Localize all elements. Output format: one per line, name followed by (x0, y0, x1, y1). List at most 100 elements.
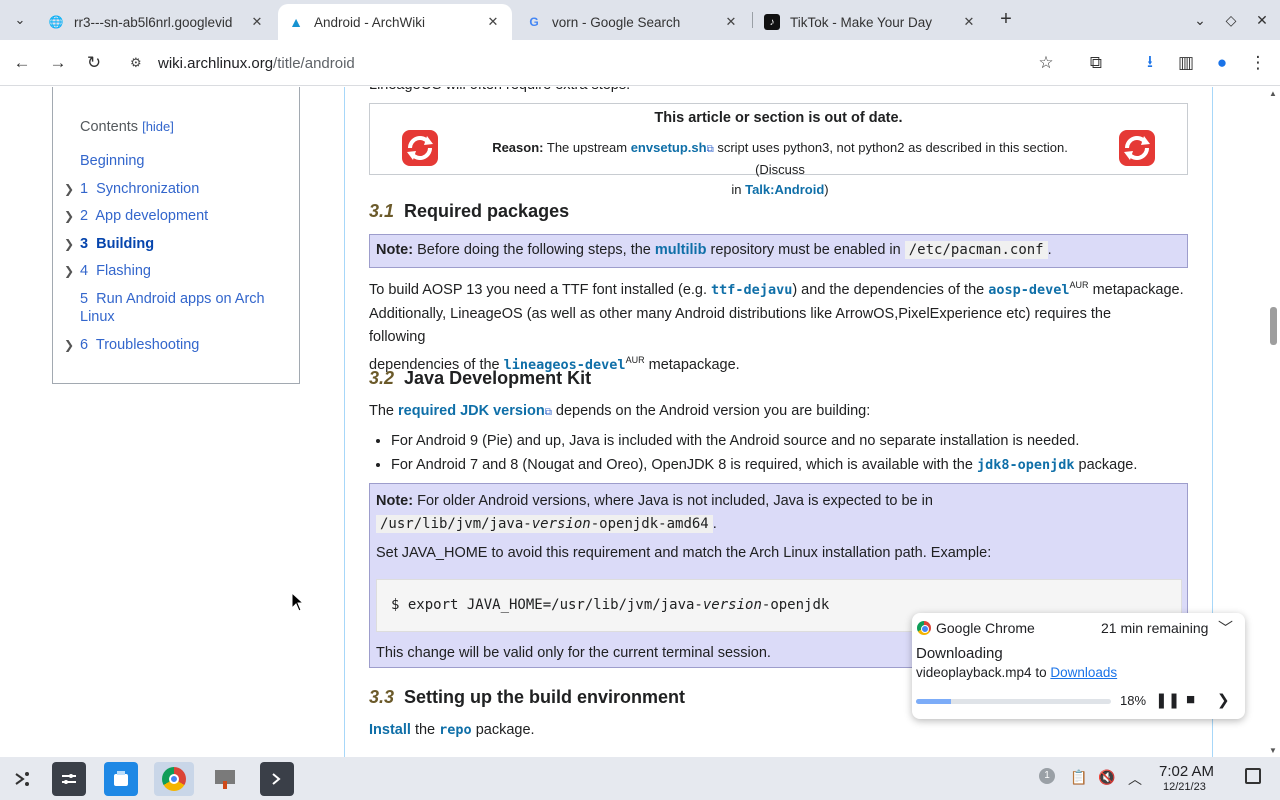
chrome-logo-icon (917, 621, 931, 635)
page-scrollbar[interactable]: ▲ ▼ (1267, 87, 1280, 757)
chevron-right-icon[interactable]: ❯ (64, 235, 74, 253)
toc-item-beginning[interactable]: Beginning (80, 152, 145, 170)
list-item: For Android 9 (Pie) and up, Java is incl… (391, 429, 1191, 453)
download-progress-bar (916, 699, 1111, 704)
forward-arrow-icon[interactable]: → (46, 51, 70, 75)
java-path-code: /usr/lib/jvm/java-version-openjdk-amd64 (376, 515, 713, 533)
note-multilib: Note: Before doing the following steps, … (369, 234, 1188, 268)
tab-strip: ⌄ 🌐 rr3---sn-ab5l6nrl.googlevid ✕ ▲ Andr… (0, 0, 1280, 40)
side-panel-icon[interactable]: ▥ (1174, 51, 1198, 75)
image-app-icon[interactable] (208, 762, 242, 796)
toc-item-troubleshooting[interactable]: ❯ 6 Troubleshooting (64, 336, 199, 354)
jdk8-openjdk-link[interactable]: jdk8-openjdk (977, 457, 1075, 473)
jdk-list: For Android 9 (Pie) and up, Java is incl… (391, 429, 1191, 477)
address-bar[interactable]: ⚙ wiki.archlinux.org/title/android (124, 46, 1074, 80)
extensions-icon[interactable]: ⧉ (1084, 51, 1108, 75)
external-link-icon: ⧉ (544, 407, 552, 418)
clipped-text: LineageOS will often require extra steps… (369, 87, 630, 97)
stop-icon[interactable]: ■ (1186, 691, 1195, 708)
settings-icon[interactable] (52, 762, 86, 796)
tiktok-icon: ♪ (764, 14, 780, 30)
note-paragraph: Set JAVA_HOME to avoid this requirement … (376, 545, 992, 561)
clipboard-icon[interactable]: 📋 (1070, 769, 1087, 786)
section-heading-jdk: 3.2 Java Development Kit (369, 368, 592, 388)
talk-android-link[interactable]: Talk:Android (745, 182, 824, 197)
files-icon[interactable] (104, 762, 138, 796)
time-remaining: 21 min remaining (1101, 620, 1209, 636)
reload-icon[interactable]: ↻ (82, 51, 106, 75)
terminal-icon[interactable] (260, 762, 294, 796)
tab-archwiki[interactable]: ▲ Android - ArchWiki ✕ (278, 4, 512, 40)
notification-badge[interactable]: 1 (1039, 768, 1055, 784)
notice-title: This article or section is out of date. (654, 110, 903, 126)
tab-search-button[interactable]: ⌄ (8, 8, 32, 32)
download-state: Downloading (916, 645, 1003, 662)
envsetup-link[interactable]: envsetup.sh (631, 140, 707, 155)
arch-logo-icon: ▲ (289, 14, 303, 30)
close-tab-icon[interactable]: ✕ (248, 13, 266, 31)
toc-hide-link[interactable]: [hide] (142, 119, 174, 134)
toc-item-app-development[interactable]: ❯ 2 App development (64, 207, 208, 225)
section-heading-required-packages: 3.1 Required packages (369, 201, 570, 221)
install-link[interactable]: Install (369, 722, 411, 738)
multilib-link[interactable]: multilib (655, 242, 707, 258)
ttf-dejavu-link[interactable]: ttf-dejavu (711, 282, 792, 298)
chrome-icon[interactable] (154, 762, 194, 796)
desktop-icon[interactable] (1245, 768, 1261, 784)
chevron-right-icon[interactable]: ❯ (64, 336, 74, 354)
tab-googlevideo[interactable]: 🌐 rr3---sn-ab5l6nrl.googlevid ✕ (38, 4, 276, 40)
section-heading-build-env: 3.3 Setting up the build environment (369, 687, 686, 707)
refresh-arrows-icon (402, 130, 438, 166)
toc-item-synchronization[interactable]: ❯ 1 Synchronization (64, 180, 199, 198)
tab-title: TikTok - Make Your Day (790, 14, 933, 30)
pause-icon[interactable]: ❚❚ (1155, 691, 1180, 709)
download-app-header: Google Chrome (917, 620, 1035, 636)
site-info-icon[interactable]: ⚙ (130, 55, 150, 71)
required-jdk-link[interactable]: required JDK version (398, 403, 545, 419)
tab-title: rr3---sn-ab5l6nrl.googlevid (74, 14, 233, 30)
bookmark-star-icon[interactable]: ☆ (1034, 51, 1058, 75)
close-tab-icon[interactable]: ✕ (960, 13, 978, 31)
back-arrow-icon[interactable]: ← (10, 51, 34, 75)
toc-title: Contents (80, 119, 139, 135)
menu-kebab-icon[interactable]: ⋮ (1246, 51, 1270, 75)
chevron-up-icon[interactable]: ︿ (1128, 769, 1142, 789)
profile-avatar-icon[interactable]: ● (1210, 51, 1234, 75)
tab-list-chevron-icon[interactable]: ⌄ (1188, 8, 1212, 32)
list-item: For Android 7 and 8 (Nougat and Oreo), O… (391, 453, 1191, 477)
tab-title: Android - ArchWiki (314, 14, 426, 30)
toc-item-run-android-apps[interactable]: 5 Run Android apps on Arch Linux (80, 290, 265, 326)
clock-time[interactable]: 7:02 AM (1159, 763, 1214, 780)
downloads-folder-link[interactable]: Downloads (1050, 665, 1117, 680)
globe-icon: 🌐 (48, 15, 64, 29)
chevron-right-icon[interactable]: ❯ (64, 180, 74, 198)
paragraph-aosp: To build AOSP 13 you need a TTF font ins… (369, 280, 1184, 298)
mouse-cursor-icon (291, 592, 305, 612)
refresh-arrows-icon (1119, 130, 1155, 166)
chevron-down-icon[interactable]: ﹀ (1218, 617, 1233, 638)
download-icon[interactable]: ⭳ (1138, 51, 1162, 75)
minimize-icon[interactable]: ◇ (1219, 8, 1243, 32)
close-window-icon[interactable]: ✕ (1250, 8, 1274, 32)
chevron-right-icon[interactable]: ❯ (1217, 691, 1230, 709)
chevron-right-icon[interactable]: ❯ (64, 262, 74, 280)
paragraph-install-repo: Install the repo package. (369, 722, 535, 738)
scrollbar-thumb[interactable] (1270, 307, 1277, 345)
close-tab-icon[interactable]: ✕ (484, 13, 502, 31)
new-tab-button[interactable]: + (994, 8, 1018, 32)
out-of-date-notice: This article or section is out of date. … (369, 103, 1188, 197)
scroll-down-icon[interactable]: ▼ (1269, 746, 1277, 755)
launcher-icon[interactable] (6, 762, 40, 796)
aosp-devel-link[interactable]: aosp-devel (988, 282, 1069, 298)
clock-date[interactable]: 12/21/23 (1163, 781, 1206, 793)
tab-tiktok[interactable]: ♪ TikTok - Make Your Day ✕ (754, 4, 988, 40)
chevron-right-icon[interactable]: ❯ (64, 207, 74, 225)
repo-link[interactable]: repo (439, 722, 472, 738)
mute-icon[interactable]: 🔇 (1098, 769, 1115, 786)
tab-google-search[interactable]: G vorn - Google Search ✕ (516, 4, 750, 40)
scroll-up-icon[interactable]: ▲ (1269, 89, 1277, 98)
url-text: wiki.archlinux.org/title/android (158, 54, 355, 72)
close-tab-icon[interactable]: ✕ (722, 13, 740, 31)
toc-item-flashing[interactable]: ❯ 4 Flashing (64, 262, 151, 280)
toc-item-building[interactable]: ❯ 3 Building (64, 235, 154, 253)
